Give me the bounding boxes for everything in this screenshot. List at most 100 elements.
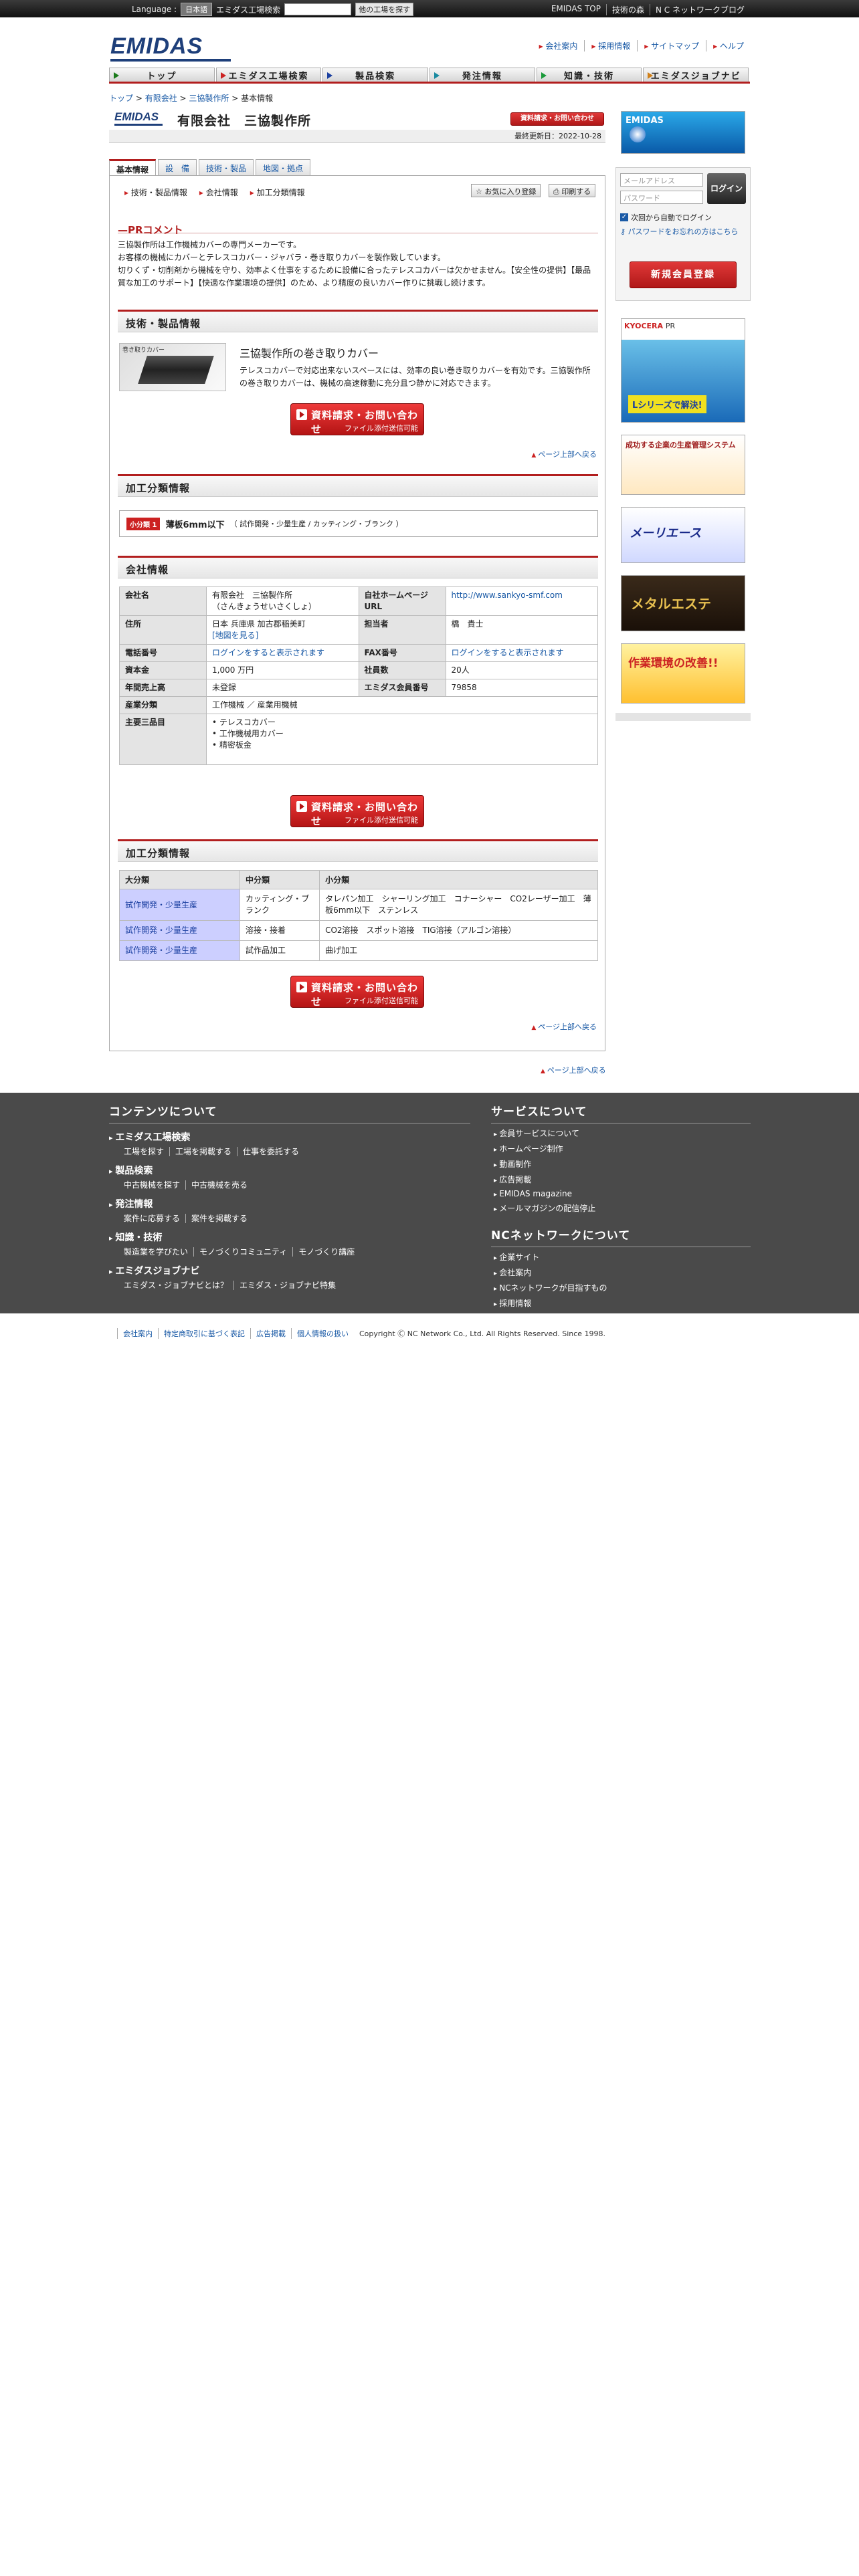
bottom-link-commerce[interactable]: 特定商取引に基づく表記: [158, 1328, 250, 1339]
emidas-top-link[interactable]: EMIDAS TOP: [546, 4, 606, 15]
print-label: 印刷する: [561, 187, 591, 196]
map-link[interactable]: [地図を見る]: [212, 631, 258, 640]
contact-button-2[interactable]: 資料請求・お問い合わせ ファイル添付送信可能: [290, 795, 424, 827]
table-row: 主要三品目 • テレスコカバー • 工作機械用カバー • 精密板金: [119, 714, 598, 765]
footer-factory[interactable]: エミダス工場検索 工場を探す工場を掲載する仕事を委託する: [109, 1130, 470, 1157]
register-button[interactable]: 新規会員登録: [630, 261, 737, 288]
arrow-icon: [296, 801, 307, 812]
sidebar-banner-work[interactable]: 作業環境の改善!!: [621, 643, 745, 704]
forgot-password-link[interactable]: ⚷ パスワードをお忘れの方はこちら: [620, 227, 747, 237]
footer-orders[interactable]: 発注情報 案件に応募する案件を掲載する: [109, 1197, 470, 1224]
nav-orders[interactable]: 発注情報: [430, 68, 535, 82]
table-row: 会社名 有限会社 三協製作所 （さんきょうせいさくしょ） 自社ホームページURL …: [119, 586, 598, 616]
footer-nc-title: NCネットワークについて: [491, 1226, 751, 1247]
tab-map[interactable]: 地図・拠点: [256, 159, 311, 175]
sublink-tech[interactable]: 技術・製品情報: [124, 187, 187, 198]
footer-nc-link[interactable]: NCネットワークが目指すもの: [494, 1282, 751, 1293]
factory-search-button[interactable]: 他の工場を探す: [355, 3, 414, 16]
bottom-link-ads[interactable]: 広告掲載: [250, 1328, 291, 1339]
tab-tech-products[interactable]: 技術・製品: [199, 159, 254, 175]
footer-service-link[interactable]: EMIDAS magazine: [494, 1189, 751, 1198]
footer-nc-link[interactable]: 採用情報: [494, 1297, 751, 1309]
factory-search-input[interactable]: [284, 3, 352, 15]
last-updated: 最終更新日：2022-10-28: [109, 130, 605, 143]
footer-contents-title: コンテンツについて: [109, 1102, 470, 1123]
table-row: 資本金 1,000 万円 社員数 20人: [119, 661, 598, 679]
tab-basic-info[interactable]: 基本情報: [109, 159, 157, 177]
table-row: 年間売上高 未登録 エミダス会員番号 79858: [119, 679, 598, 697]
table-row: 住所 日本 兵庫県 加古郡稲美町 [地図を見る] 担当者 橋 貴士: [119, 615, 598, 645]
contact-button-1[interactable]: 資料請求・お問い合わせ ファイル添付送信可能: [290, 403, 424, 435]
product-name[interactable]: 三協製作所の巻き取りカバー: [240, 344, 379, 360]
sidebar-banner-production[interactable]: 成功する企業の生産管理システム: [621, 435, 745, 495]
breadcrumb-type[interactable]: 有限会社: [145, 94, 177, 103]
footer-service-link[interactable]: 動画制作: [494, 1158, 751, 1170]
table-row: 試作開発・少量生産 カッティング・ブランク タレパン加工 シャーリング加工 コナ…: [119, 889, 598, 921]
contact-button-3[interactable]: 資料請求・お問い合わせ ファイル添付送信可能: [290, 976, 424, 1008]
phone-login-link[interactable]: ログインをすると表示されます: [212, 648, 324, 657]
table-row: 産業分類 工作機械 ／ 産業用機械: [119, 696, 598, 714]
print-button[interactable]: ⎙ 印刷する: [549, 184, 596, 197]
footer-knowledge[interactable]: 知識・技術 製造業を学びたいモノづくりコミュニティモノづくり講座: [109, 1230, 470, 1257]
emidas-logo[interactable]: EMIDAS: [110, 35, 231, 62]
sublink-company[interactable]: 会社情報: [199, 187, 238, 198]
header-link-help[interactable]: ヘルプ: [706, 40, 751, 51]
sidebar-banner-kyocera[interactable]: KYOCERA PR Lシリーズで解決!: [621, 318, 745, 423]
bottom-link-company[interactable]: 会社案内: [117, 1328, 158, 1339]
favorite-button[interactable]: ☆ お気に入り登録: [471, 184, 541, 197]
footer-service-link[interactable]: メールマガジンの配信停止: [494, 1202, 751, 1214]
pagetop-link-1[interactable]: ページ上部へ戻る: [531, 449, 597, 459]
language-select[interactable]: 日本語: [181, 3, 213, 16]
sidebar-banner-1[interactable]: EMIDAS: [621, 111, 745, 154]
login-panel: メールアドレス パスワード ログイン ✓ 次回から自動でログイン ⚷ パスワード…: [615, 167, 751, 301]
copyright: Copyright Ⓒ NC Network Co., Ltd. All Rig…: [359, 1329, 606, 1338]
nav-product-search[interactable]: 製品検索: [322, 68, 429, 82]
footer-nc-link[interactable]: 企業サイト: [494, 1251, 751, 1263]
footer-jobnavi[interactable]: エミダスジョブナビ エミダス・ジョブナビとは？エミダス・ジョブナビ特集: [109, 1264, 470, 1291]
pr-title: —PRコメント: [118, 223, 598, 236]
fax-login-link[interactable]: ログインをすると表示されます: [452, 648, 564, 657]
homepage-link[interactable]: http://www.sankyo-smf.com: [452, 591, 563, 600]
nav-factory-search[interactable]: エミダス工場検索: [215, 68, 322, 82]
footer-nc-link[interactable]: 会社案内: [494, 1267, 751, 1278]
footer-products[interactable]: 製品検索 中古機械を探す中古機械を売る: [109, 1164, 470, 1190]
breadcrumb-company[interactable]: 三協製作所: [189, 94, 229, 103]
bottom-link-privacy[interactable]: 個人情報の扱い: [291, 1328, 354, 1339]
nav-knowledge[interactable]: 知識・技術: [536, 68, 642, 82]
key-icon: ⚷: [620, 227, 626, 236]
header-link-sitemap[interactable]: サイトマップ: [637, 40, 706, 51]
subclass-badge: 小分類 1: [126, 517, 161, 530]
main-content: 技術・製品情報 会社情報 加工分類情報 ☆ お気に入り登録 ⎙ 印刷する —PR…: [109, 175, 605, 1051]
footer-services-title: サービスについて: [491, 1102, 751, 1123]
tab-equipment[interactable]: 設 備: [158, 159, 197, 175]
header-link-recruit[interactable]: 採用情報: [584, 40, 637, 51]
sidebar-banner-mail[interactable]: メーリエース: [621, 507, 745, 563]
sublink-process[interactable]: 加工分類情報: [250, 187, 305, 198]
sidebar-banner-metal[interactable]: メタルエステ: [621, 575, 745, 631]
process-table-title: 加工分類情報: [118, 839, 598, 862]
company-info-title: 会社情報: [118, 556, 598, 578]
login-button[interactable]: ログイン: [707, 173, 746, 204]
breadcrumb-top[interactable]: トップ: [109, 94, 133, 103]
email-input[interactable]: メールアドレス: [620, 173, 703, 187]
language-label: Language :: [132, 5, 177, 14]
footer-service-link[interactable]: ホームページ制作: [494, 1143, 751, 1154]
header-link-company[interactable]: 会社案内: [533, 40, 585, 51]
footer-service-link[interactable]: 広告掲載: [494, 1174, 751, 1185]
bottom-bar: 会社案内 特定商取引に基づく表記 広告掲載 個人情報の扱い Copyright …: [0, 1313, 859, 1344]
remember-checkbox[interactable]: ✓: [620, 213, 628, 221]
company-tabs: 基本情報 設 備 技術・製品 地図・拠点: [109, 159, 311, 177]
pagetop-link-2[interactable]: ページ上部へ戻る: [531, 1021, 597, 1032]
password-input[interactable]: パスワード: [620, 191, 703, 204]
nav-jobnavi[interactable]: エミダスジョブナビ: [643, 68, 749, 82]
product-image[interactable]: 巻き取りカバー: [119, 343, 226, 391]
tech-forest-link[interactable]: 技術の森: [605, 4, 650, 15]
sidebar: EMIDAS メールアドレス パスワード ログイン ✓ 次回から自動でログイン …: [615, 107, 751, 722]
pagetop-link-3[interactable]: ページ上部へ戻る: [541, 1065, 606, 1075]
factory-search-label: エミダス工場検索: [216, 5, 281, 15]
header-contact-button[interactable]: 資料請求・お問い合わせ: [510, 112, 604, 126]
pr-text: 三協製作所は工作機械カバーの専門メーカーです。 お客様の機械にカバーとテレスコカ…: [118, 240, 591, 288]
nav-top[interactable]: トップ: [109, 68, 215, 82]
footer-service-link[interactable]: 会員サービスについて: [494, 1128, 751, 1139]
nc-blog-link[interactable]: N C ネットワークブログ: [650, 4, 750, 15]
